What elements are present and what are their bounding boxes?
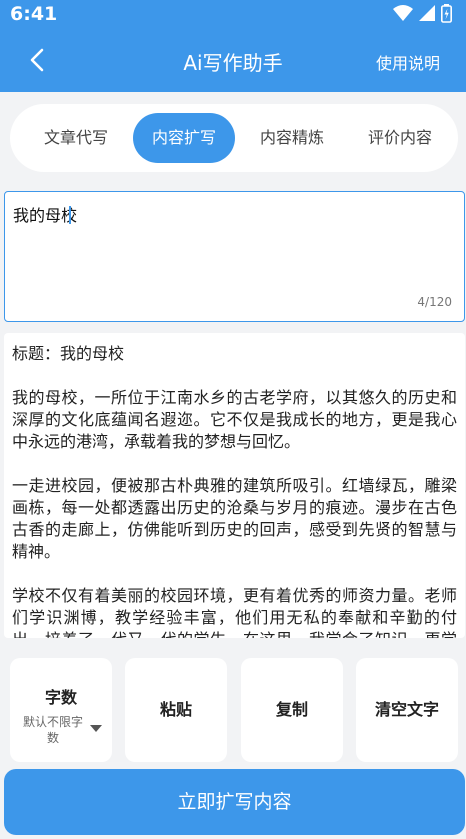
content-paragraph: 学校不仅有着美丽的校园环境，更有着优秀的师资力量。老师们学识渊博，教学经验丰富，… — [12, 586, 457, 638]
paste-button-label: 粘贴 — [159, 700, 192, 719]
word-count-label: 字数 — [44, 688, 77, 707]
paste-button[interactable]: 粘贴 — [125, 658, 227, 762]
status-icons — [393, 3, 452, 23]
topic-input-value[interactable]: 我的母校 — [13, 206, 77, 225]
battery-icon — [441, 3, 452, 23]
status-time: 6:41 — [10, 3, 58, 25]
expand-content-button[interactable]: 立即扩写内容 — [4, 769, 465, 835]
usage-guide-link[interactable]: 使用说明 — [376, 50, 440, 74]
content-paragraph: 标题：我的母校 — [12, 344, 125, 363]
tab-content-refinement[interactable]: 内容精炼 — [242, 113, 342, 163]
content-paragraph: 一走进校园，便被那古朴典雅的建筑所吸引。红墙绿瓦，雕梁画栋，每一处都透露出历史的… — [12, 476, 457, 561]
app-header: 6:41 Ai写作助手 使用说明 — [0, 0, 466, 92]
clear-text-button[interactable]: 清空文字 — [356, 658, 458, 762]
topic-input[interactable]: 我的母校 4/120 — [4, 191, 465, 322]
word-count-selector[interactable]: 字数 默认不限字数 — [10, 658, 112, 762]
cellular-signal-icon — [419, 5, 435, 21]
tab-article-writing[interactable]: 文章代写 — [26, 113, 126, 163]
generated-content[interactable]: 标题：我的母校 我的母校，一所位于江南水乡的古老学府，以其悠久的历史和深厚的文化… — [4, 333, 465, 638]
copy-button[interactable]: 复制 — [241, 658, 343, 762]
copy-button-label: 复制 — [275, 700, 308, 719]
word-count-value: 默认不限字数 — [22, 715, 83, 745]
text-cursor — [69, 206, 72, 224]
tab-content-evaluation[interactable]: 评价内容 — [350, 113, 450, 163]
clear-text-button-label: 清空文字 — [374, 700, 439, 719]
mode-tabs: 文章代写 内容扩写 内容精炼 评价内容 — [10, 104, 458, 172]
wifi-icon — [393, 5, 413, 21]
tab-content-expansion[interactable]: 内容扩写 — [133, 113, 235, 163]
content-paragraph: 我的母校，一所位于江南水乡的古老学府，以其悠久的历史和深厚的文化底蕴闻名遐迩。它… — [12, 388, 457, 451]
dropdown-caret-icon — [90, 725, 102, 732]
character-counter: 4/120 — [417, 295, 452, 309]
